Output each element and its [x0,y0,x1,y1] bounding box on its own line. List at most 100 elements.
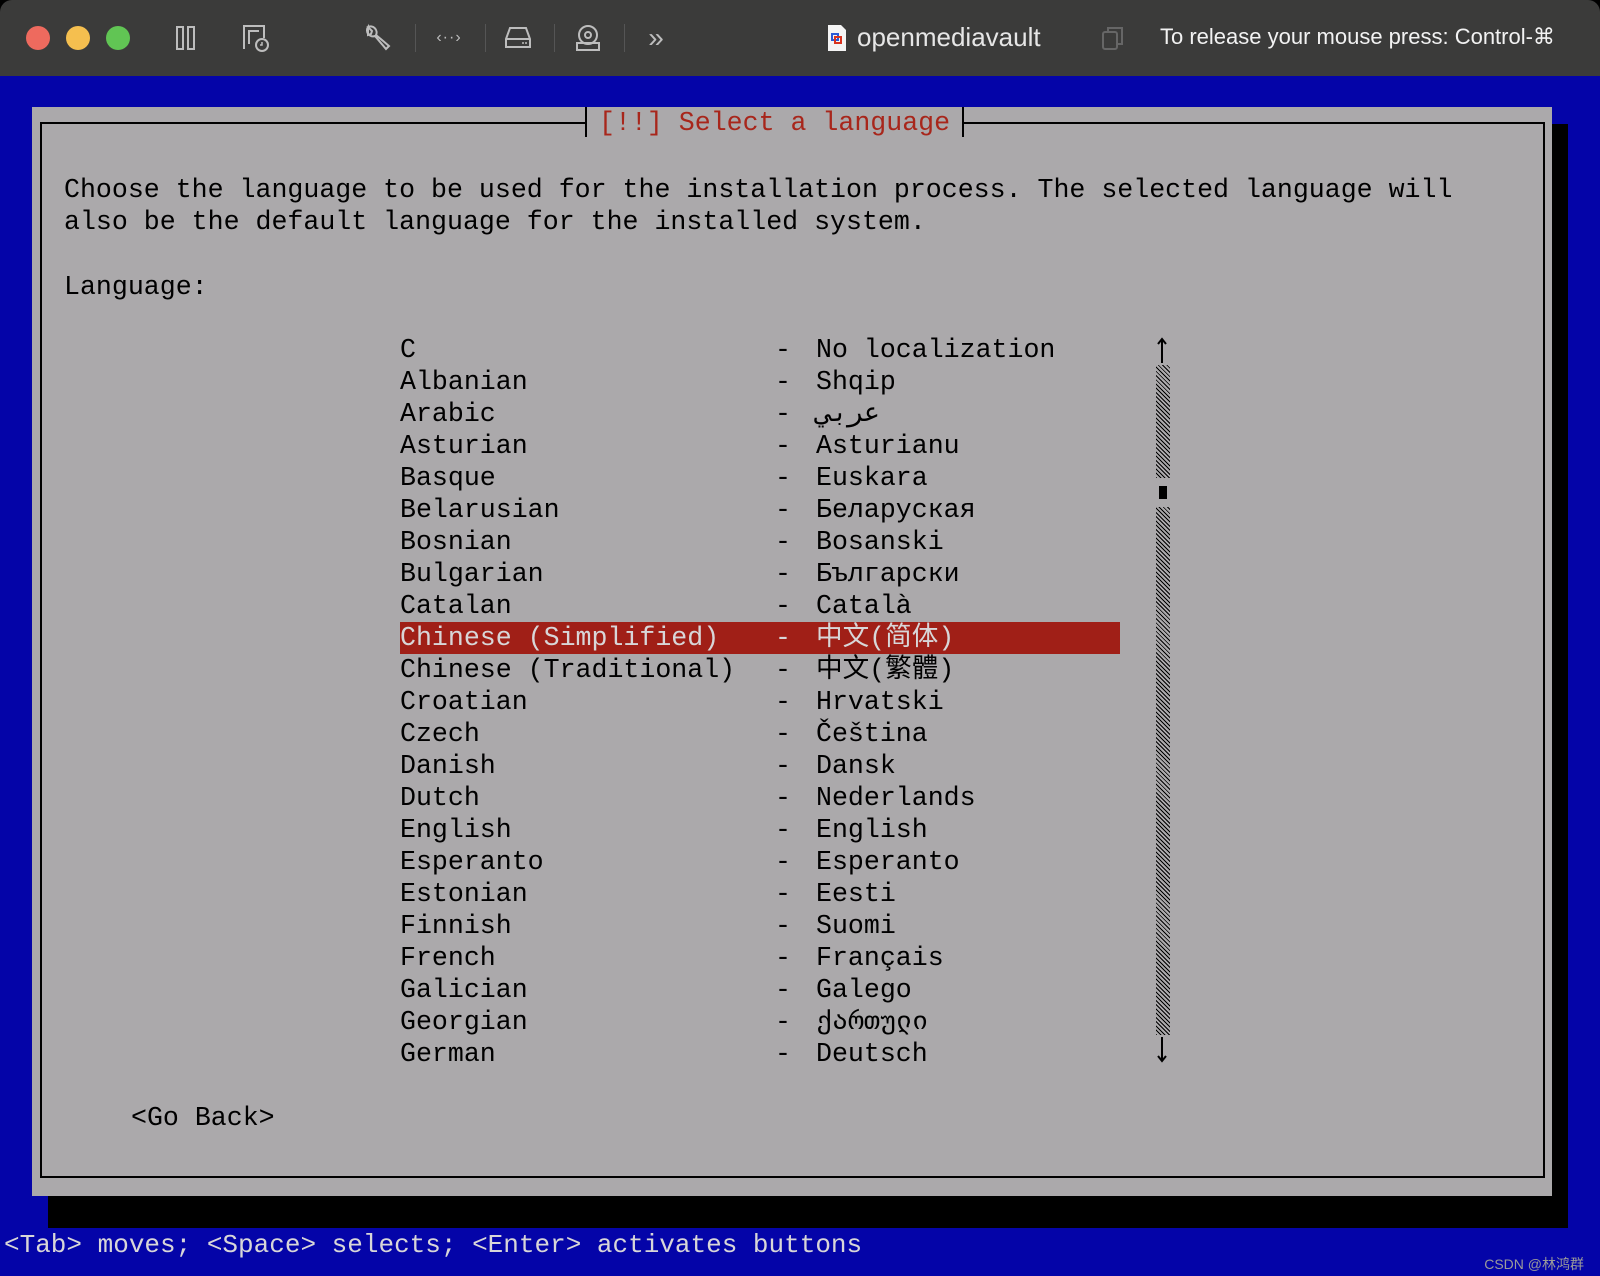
language-native-name: Hrvatski [816,687,944,717]
pause-icon[interactable] [174,20,198,56]
separator: - [775,751,791,781]
wrench-icon[interactable] [362,20,392,56]
separator: - [775,719,791,749]
language-name: Arabic [400,399,496,429]
separator: - [775,975,791,1005]
minimize-button[interactable] [66,26,90,50]
language-option[interactable]: Esperanto - Esperanto [400,846,1120,878]
language-name: Chinese (Traditional) [400,655,736,685]
language-option[interactable]: Asturian - Asturianu [400,430,1120,462]
language-name: Czech [400,719,480,749]
copy-window-icon[interactable] [1100,20,1126,56]
language-native-name: Български [816,559,960,589]
description-line-1: Choose the language to be used for the i… [64,175,1453,205]
watermark: CSDN @林鸿群 [1484,1256,1584,1272]
language-name: C [400,335,416,365]
language-option[interactable]: German - Deutsch [400,1038,1120,1070]
language-option[interactable]: French - Français [400,942,1120,974]
language-name: Danish [400,751,496,781]
language-option[interactable]: Croatian - Hrvatski [400,686,1120,718]
language-name: German [400,1039,496,1069]
language-option[interactable]: Finnish - Suomi [400,910,1120,942]
vm-title: openmediavault [857,22,1041,52]
separator: - [775,591,791,621]
vm-file-icon [826,20,848,56]
select-language-dialog: [!!] Select a language Choose the langua… [32,107,1552,1196]
language-native-name: Shqip [816,367,896,397]
language-native-name: Esperanto [816,847,960,877]
language-native-name: Беларуская [816,495,976,525]
more-icon[interactable]: » [642,20,670,56]
separator: - [775,623,791,653]
scroll-down-arrow-icon[interactable] [1154,1037,1170,1063]
language-native-name: Suomi [816,911,896,941]
separator: - [775,399,791,429]
language-option[interactable]: Albanian - Shqip [400,366,1120,398]
language-option[interactable]: C - No localization [400,334,1120,366]
language-option[interactable]: Estonian - Eesti [400,878,1120,910]
separator: - [775,879,791,909]
language-native-name: Français [816,943,944,973]
scrollbar-track-lower[interactable] [1156,506,1170,1035]
language-name: Catalan [400,591,512,621]
language-option[interactable]: Georgian - ქართული [400,1006,1120,1038]
separator: - [775,527,791,557]
language-option[interactable]: Belarusian - Беларуская [400,494,1120,526]
language-option[interactable]: Danish - Dansk [400,750,1120,782]
language-name: Finnish [400,911,512,941]
language-native-name: Deutsch [816,1039,928,1069]
status-bar-help: <Tab> moves; <Space> selects; <Enter> ac… [4,1230,863,1260]
language-option[interactable]: Dutch - Nederlands [400,782,1120,814]
language-option[interactable]: Basque - Euskara [400,462,1120,494]
language-option[interactable]: Chinese (Traditional) - 中文(繁體) [400,654,1120,686]
language-name: French [400,943,496,973]
language-name: Dutch [400,783,480,813]
separator: - [775,943,791,973]
close-button[interactable] [26,26,50,50]
disk-icon[interactable] [503,20,533,56]
language-native-name: عربي [816,399,881,429]
separator: - [775,655,791,685]
language-native-name: Català [816,591,912,621]
scrollbar-track-upper[interactable] [1156,365,1170,478]
language-option[interactable]: Catalan - Català [400,590,1120,622]
language-option[interactable]: Czech - Čeština [400,718,1120,750]
dialog-title: [!!] Select a language [585,107,965,138]
language-name: Albanian [400,367,528,397]
language-native-name: ქართული [816,1007,929,1037]
list-scrollbar[interactable] [1154,337,1170,1063]
scrollbar-thumb[interactable] [1159,485,1167,499]
language-native-name: Euskara [816,463,928,493]
language-name: Chinese (Simplified) [400,623,720,653]
language-name: Estonian [400,879,528,909]
language-native-name: No localization [816,335,1056,365]
language-native-name: Čeština [816,719,928,749]
language-option[interactable]: Arabic - عربي [400,398,1120,430]
language-native-name: Dansk [816,751,896,781]
language-option[interactable]: Bosnian - Bosanski [400,526,1120,558]
language-native-name: Galego [816,975,912,1005]
language-native-name: Eesti [816,879,896,909]
camera-icon[interactable] [573,20,603,56]
language-label: Language: [64,272,208,302]
language-name: Belarusian [400,495,560,525]
code-icon[interactable]: ‹··› [432,20,466,56]
separator: - [775,367,791,397]
snapshot-icon[interactable] [240,20,272,56]
go-back-button[interactable]: <Go Back> [131,1102,275,1134]
separator: - [775,687,791,717]
separator: - [775,559,791,589]
language-name: Esperanto [400,847,544,877]
language-name: Basque [400,463,496,493]
language-option[interactable]: Chinese (Simplified) - 中文(简体) [400,622,1120,654]
scroll-up-arrow-icon[interactable] [1154,337,1170,363]
language-option[interactable]: Bulgarian - Български [400,558,1120,590]
language-name: Bosnian [400,527,512,557]
language-native-name: Asturianu [816,431,960,461]
language-option[interactable]: Galician - Galego [400,974,1120,1006]
zoom-button[interactable] [106,26,130,50]
language-native-name: English [816,815,928,845]
language-option[interactable]: English - English [400,814,1120,846]
language-native-name: Bosanski [816,527,944,557]
separator: - [775,815,791,845]
